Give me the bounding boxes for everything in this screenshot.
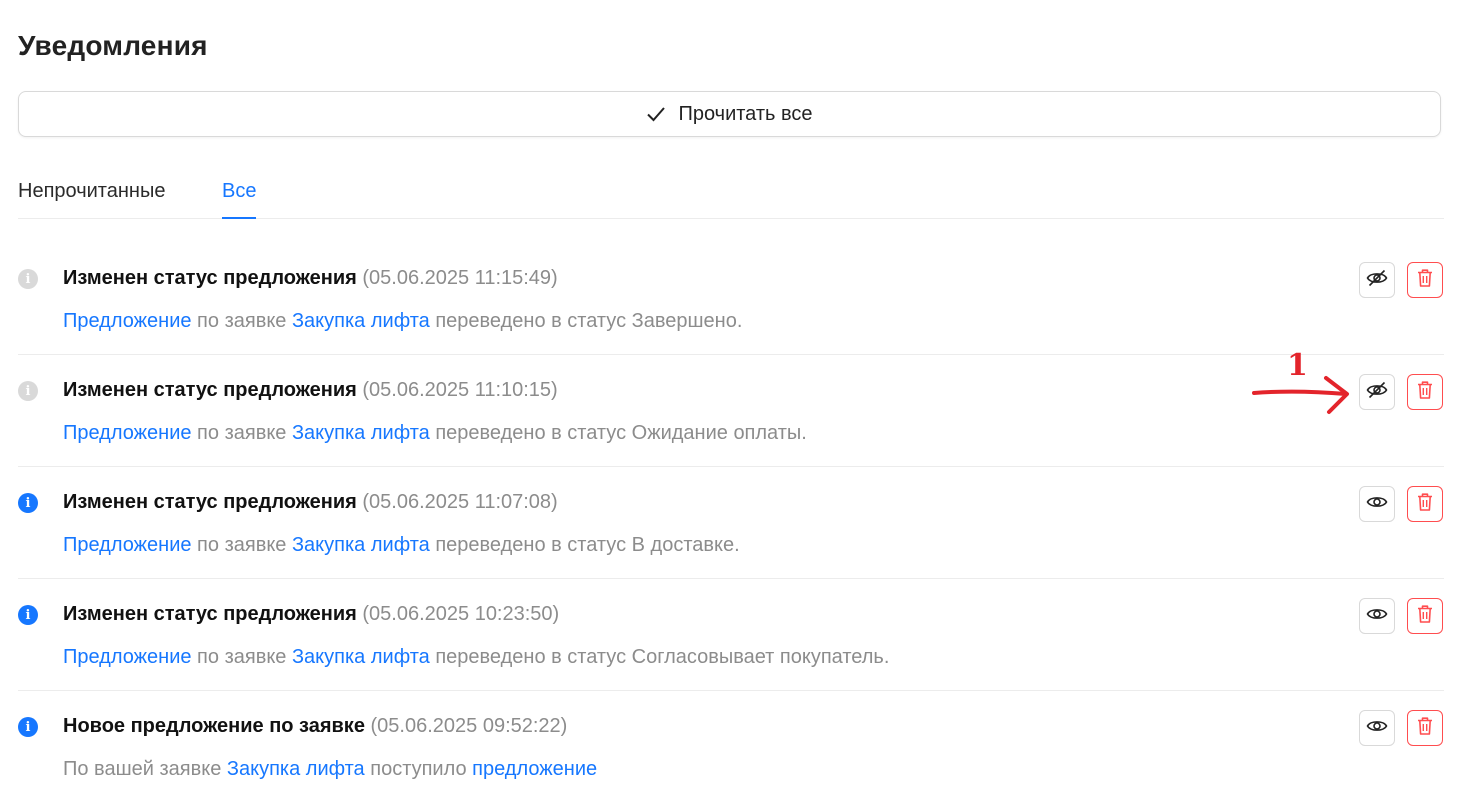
annotation-arrow-icon bbox=[1250, 370, 1352, 421]
notification-item: i Изменен статус предложения (05.06.2025… bbox=[0, 467, 1462, 579]
eye-slash-icon bbox=[1366, 269, 1388, 292]
info-icon: i bbox=[18, 717, 38, 737]
notification-item: i Изменен статус предложения (05.06.2025… bbox=[0, 243, 1462, 355]
mark-read-button[interactable] bbox=[1359, 710, 1395, 746]
offer-link[interactable]: Предложение bbox=[63, 646, 192, 668]
request-link[interactable]: Закупка лифта bbox=[292, 646, 430, 668]
notification-message: Предложение по заявке Закупка лифта пере… bbox=[63, 534, 740, 556]
notification-title: Изменен статус предложения (05.06.2025 1… bbox=[63, 379, 558, 401]
read-all-button[interactable]: Прочитать все bbox=[18, 91, 1441, 137]
delete-button[interactable] bbox=[1407, 262, 1443, 298]
notification-timestamp: (05.06.2025 09:52:22) bbox=[370, 715, 568, 737]
notification-timestamp: (05.06.2025 10:23:50) bbox=[362, 603, 560, 625]
delete-button[interactable] bbox=[1407, 486, 1443, 522]
notification-title: Новое предложение по заявке (05.06.2025 … bbox=[63, 715, 568, 737]
notification-timestamp: (05.06.2025 11:07:08) bbox=[362, 491, 558, 513]
offer-link[interactable]: Предложение bbox=[63, 534, 192, 556]
trash-icon bbox=[1416, 380, 1434, 405]
request-link[interactable]: Закупка лифта bbox=[227, 758, 365, 780]
read-all-label: Прочитать все bbox=[678, 102, 813, 125]
info-icon: i bbox=[18, 269, 38, 289]
notification-timestamp: (05.06.2025 11:15:49) bbox=[362, 267, 558, 289]
trash-icon bbox=[1416, 492, 1434, 517]
notification-message: Предложение по заявке Закупка лифта пере… bbox=[63, 646, 890, 668]
eye-icon bbox=[1366, 493, 1388, 516]
check-icon bbox=[646, 106, 666, 122]
notification-title: Изменен статус предложения (05.06.2025 1… bbox=[63, 491, 558, 513]
notification-item: i Изменен статус предложения (05.06.2025… bbox=[0, 355, 1462, 467]
mark-read-button[interactable] bbox=[1359, 486, 1395, 522]
notification-message: Предложение по заявке Закупка лифта пере… bbox=[63, 310, 743, 332]
offer-link[interactable]: Предложение bbox=[63, 422, 192, 444]
trash-icon bbox=[1416, 604, 1434, 629]
info-icon: i bbox=[18, 605, 38, 625]
delete-button[interactable] bbox=[1407, 598, 1443, 634]
eye-slash-icon bbox=[1366, 381, 1388, 404]
notification-message: Предложение по заявке Закупка лифта пере… bbox=[63, 422, 807, 444]
tab-all[interactable]: Все bbox=[222, 175, 257, 219]
mark-unread-button[interactable] bbox=[1359, 374, 1395, 410]
offer-link[interactable]: Предложение bbox=[63, 310, 192, 332]
notification-timestamp: (05.06.2025 11:10:15) bbox=[362, 379, 558, 401]
eye-icon bbox=[1366, 605, 1388, 628]
offer-link[interactable]: предложение bbox=[472, 758, 597, 780]
tab-unread[interactable]: Непрочитанные bbox=[18, 175, 165, 219]
trash-icon bbox=[1416, 716, 1434, 741]
info-icon: i bbox=[18, 381, 38, 401]
page-title: Уведомления bbox=[18, 30, 208, 61]
mark-read-button[interactable] bbox=[1359, 598, 1395, 634]
notification-item: i Изменен статус предложения (05.06.2025… bbox=[0, 579, 1462, 691]
request-link[interactable]: Закупка лифта bbox=[292, 310, 430, 332]
notification-item: i Новое предложение по заявке (05.06.202… bbox=[0, 691, 1462, 803]
request-link[interactable]: Закупка лифта bbox=[292, 422, 430, 444]
notification-title: Изменен статус предложения (05.06.2025 1… bbox=[63, 267, 558, 289]
tabs-bar: Непрочитанные Все bbox=[18, 175, 1444, 219]
mark-unread-button[interactable] bbox=[1359, 262, 1395, 298]
delete-button[interactable] bbox=[1407, 374, 1443, 410]
trash-icon bbox=[1416, 268, 1434, 293]
notification-title: Изменен статус предложения (05.06.2025 1… bbox=[63, 603, 560, 625]
eye-icon bbox=[1366, 717, 1388, 740]
request-link[interactable]: Закупка лифта bbox=[292, 534, 430, 556]
delete-button[interactable] bbox=[1407, 710, 1443, 746]
info-icon: i bbox=[18, 493, 38, 513]
notification-message: По вашей заявке Закупка лифта поступило … bbox=[63, 758, 598, 780]
